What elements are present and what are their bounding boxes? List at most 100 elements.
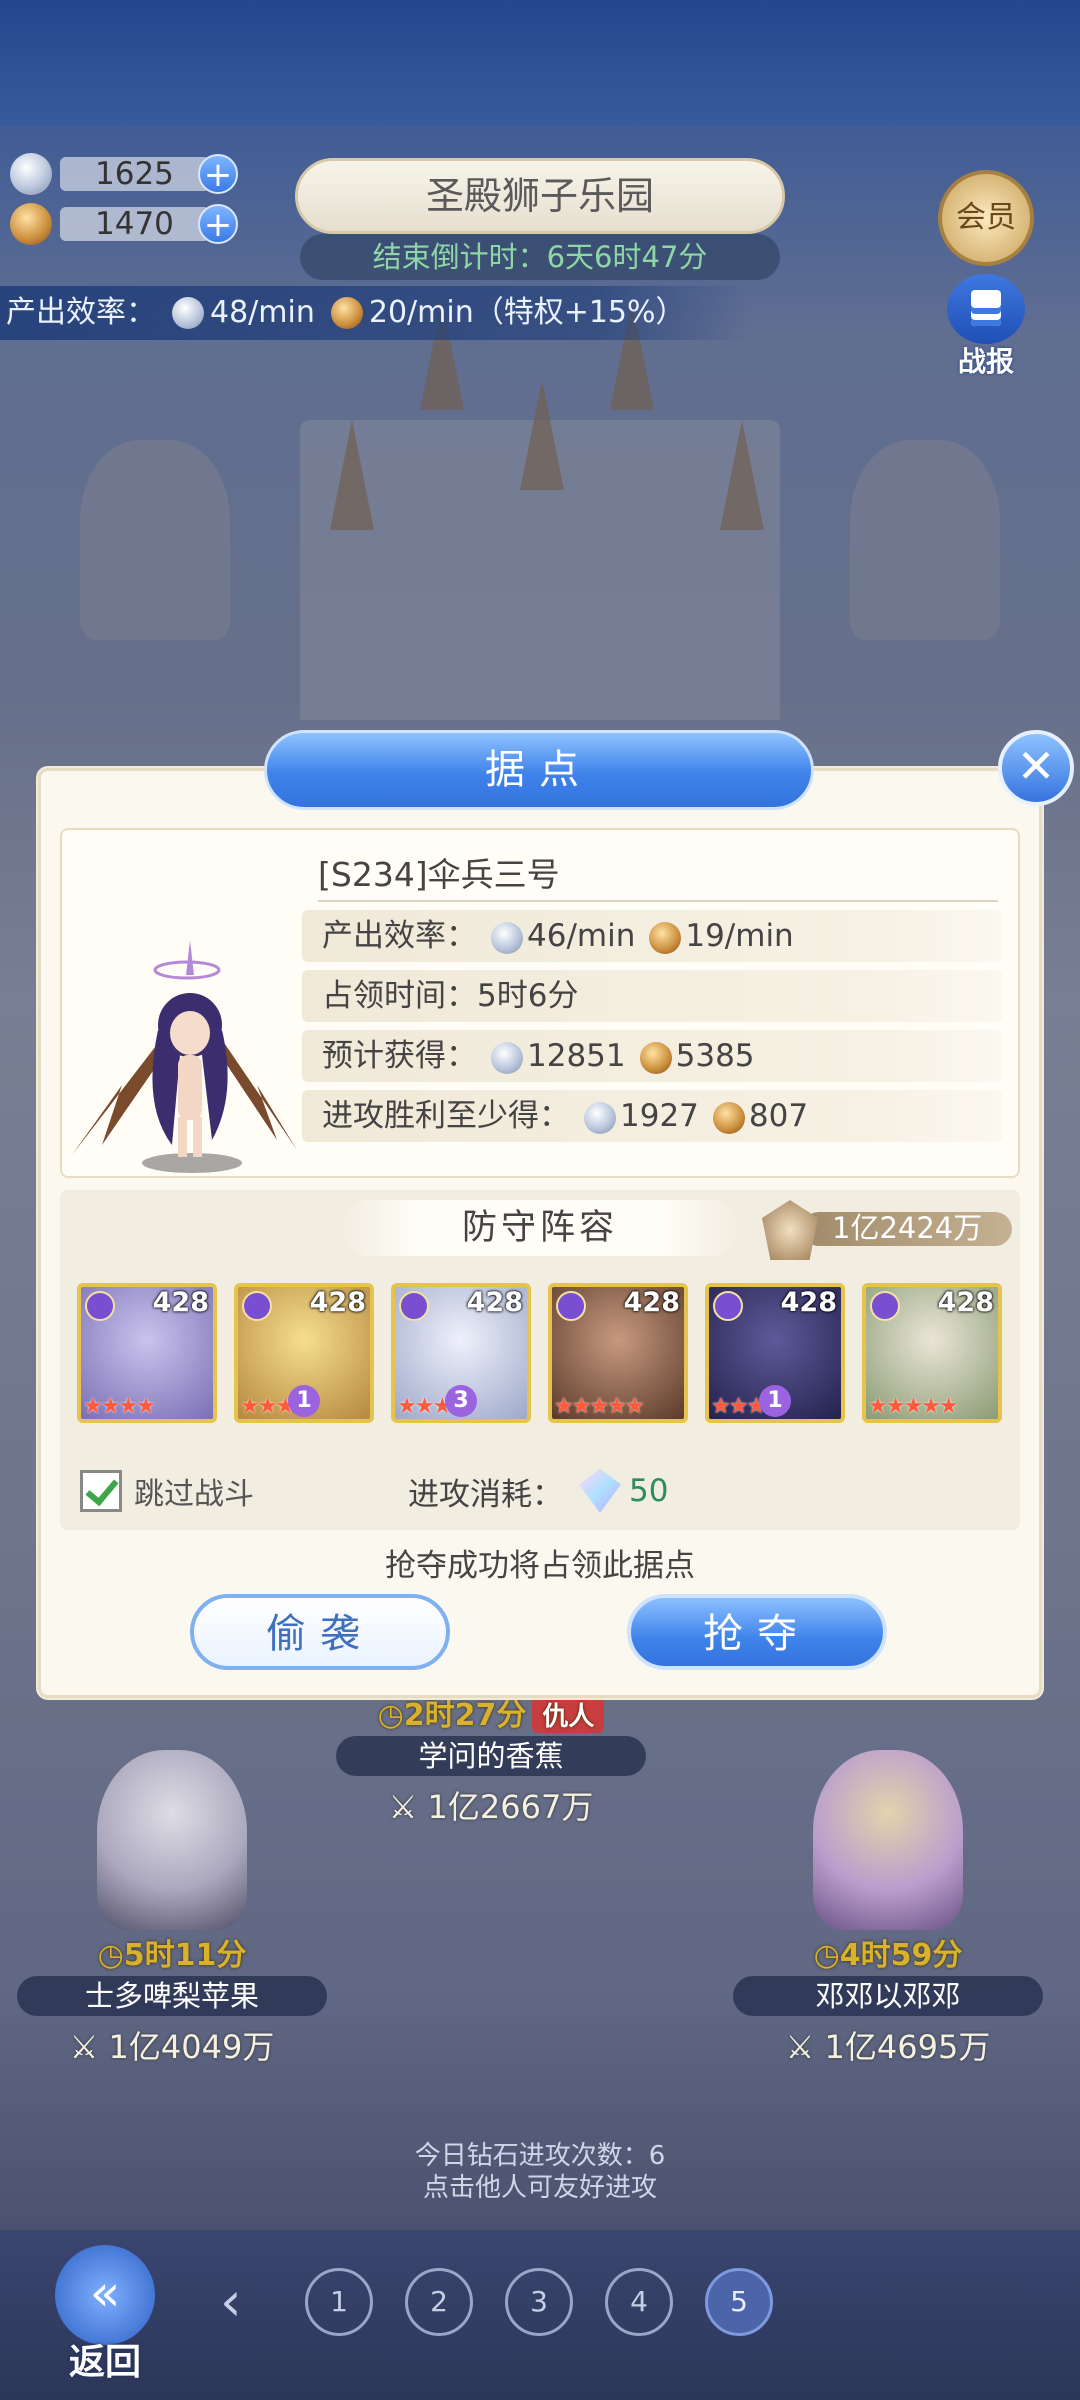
- output-rate-row: 产出效率： 46/min 19/min: [302, 910, 1002, 962]
- battle-report-button[interactable]: 战报: [944, 274, 1028, 378]
- hero-level: 428: [623, 1287, 680, 1318]
- hero-rank-badge: 1: [759, 1385, 791, 1417]
- player-power: ⚔ 1亿4049万: [69, 2028, 275, 2066]
- occupy-time-value: 5时6分: [477, 978, 579, 1014]
- power-value: 1亿2667万: [427, 1788, 594, 1826]
- hero-card[interactable]: 428 ★★★★★: [862, 1283, 1002, 1423]
- occupy-timer: ◷5时11分: [12, 1930, 332, 1974]
- map-title: 圣殿狮子乐园: [295, 158, 785, 234]
- player-name: 学问的香蕉: [336, 1736, 646, 1776]
- vip-button[interactable]: 会员: [938, 170, 1034, 266]
- power-value: 1亿4695万: [824, 2028, 991, 2066]
- add-crystal-button[interactable]: +: [198, 154, 238, 194]
- gold-icon: [330, 297, 363, 329]
- timer-value: 2时27分: [403, 1698, 527, 1733]
- crystal-amount: 1625: [60, 157, 210, 191]
- output-rate-label: 产出效率：: [322, 918, 477, 954]
- output-crystal-value: 46/min: [527, 918, 636, 954]
- sneak-attack-button[interactable]: 偷袭: [190, 1594, 450, 1670]
- page-button-2[interactable]: 2: [405, 2268, 473, 2336]
- expected-gain-row: 预计获得： 12851 5385: [302, 1030, 1002, 1082]
- close-button[interactable]: ✕: [998, 730, 1074, 806]
- clock-icon: ◷: [97, 1938, 124, 1973]
- skip-battle-label: 跳过战斗: [134, 1477, 254, 1512]
- clock-icon: ◷: [813, 1938, 840, 1973]
- hero-level: 428: [152, 1287, 209, 1318]
- add-gold-button[interactable]: +: [198, 204, 238, 244]
- chevron-left-icon[interactable]: ‹: [220, 2270, 242, 2333]
- element-icon: [870, 1291, 900, 1321]
- element-icon: [85, 1291, 115, 1321]
- attack-cost-value: 50: [629, 1473, 669, 1509]
- expected-gold-value: 5385: [675, 1038, 755, 1074]
- hero-card[interactable]: 428 ★★★★★: [548, 1283, 688, 1423]
- crystal-icon: [491, 921, 523, 954]
- hero-rank-badge: 1: [288, 1385, 320, 1417]
- expected-gain-label: 预计获得：: [322, 1038, 477, 1074]
- player-avatar: [813, 1750, 963, 1930]
- player-power: ⚔ 1亿2667万: [388, 1788, 594, 1826]
- clock-icon: ◷: [377, 1698, 404, 1733]
- defense-power-value: 1亿2424万: [832, 1211, 983, 1245]
- hero-card[interactable]: 428 ★★★★ 1: [234, 1283, 374, 1423]
- gold-icon: [649, 921, 682, 954]
- output-gold-rate: 20/min（特权+15%）: [368, 295, 686, 330]
- player-avatar: [97, 1750, 247, 1930]
- hero-level: 428: [780, 1287, 837, 1318]
- hero-card[interactable]: 428 ★★★★: [77, 1283, 217, 1423]
- crystal-resource: 1625 +: [10, 152, 260, 196]
- diamond-attack-count: 今日钻石进攻次数：6: [414, 2141, 666, 2171]
- crystal-icon: [172, 297, 204, 329]
- hero-stars: ★★★★★: [554, 1394, 645, 1419]
- gold-amount: 1470: [60, 207, 210, 241]
- page-button-3[interactable]: 3: [505, 2268, 573, 2336]
- hero-level: 428: [309, 1287, 366, 1318]
- hero-rank-badge: 3: [445, 1385, 477, 1417]
- map-player-node[interactable]: ◷4时59分 邓邓以邓邓 ⚔ 1亿4695万: [728, 1750, 1048, 2068]
- crystal-icon: [491, 1041, 523, 1074]
- element-icon: [242, 1291, 272, 1321]
- checkbox-checked-icon[interactable]: [80, 1470, 122, 1512]
- attack-cost: 进攻消耗： 50: [408, 1468, 668, 1514]
- end-countdown: 结束倒计时：6天6时47分: [300, 234, 780, 280]
- report-icon: [947, 274, 1025, 344]
- enemy-tag: 仇人: [532, 1696, 605, 1733]
- win-crystal-value: 1927: [620, 1098, 699, 1134]
- countdown-value: 6天6时47分: [546, 240, 708, 274]
- crystal-icon: [10, 153, 52, 195]
- gold-icon: [639, 1041, 672, 1074]
- hero-level: 428: [937, 1287, 994, 1318]
- gold-icon: [10, 203, 52, 245]
- hero-stars: ★★★★★: [868, 1394, 959, 1419]
- hero-card[interactable]: 428 ★★★★ 3: [391, 1283, 531, 1423]
- gold-resource: 1470 +: [10, 202, 260, 246]
- rob-button[interactable]: 抢夺: [627, 1594, 887, 1670]
- defense-power: 1亿2424万: [762, 1200, 1012, 1260]
- page-button-4[interactable]: 4: [605, 2268, 673, 2336]
- battle-report-label: 战报: [957, 345, 1014, 378]
- occupy-time-label: 占领时间：: [322, 978, 477, 1014]
- hero-card[interactable]: 428 ★★★★ 1: [705, 1283, 845, 1423]
- element-icon: [556, 1291, 586, 1321]
- page-button-1[interactable]: 1: [305, 2268, 373, 2336]
- timer-value: 5时11分: [123, 1938, 247, 1973]
- capture-note: 抢夺成功将占领此据点: [385, 1548, 695, 1584]
- diamond-icon: [579, 1469, 621, 1513]
- gold-icon: [712, 1101, 745, 1134]
- element-icon: [713, 1291, 743, 1321]
- skip-battle-checkbox[interactable]: 跳过战斗: [80, 1468, 254, 1514]
- power-crest-icon: [762, 1200, 818, 1260]
- hero-stars: ★★★★: [83, 1394, 156, 1419]
- stronghold-owner-name: [S234]伞兵三号: [318, 850, 998, 902]
- win-gold-value: 807: [748, 1098, 809, 1134]
- crystal-icon: [584, 1101, 616, 1134]
- power-value: 1亿4049万: [108, 2028, 275, 2066]
- occupy-timer: ◷4时59分: [728, 1930, 1048, 1974]
- map-player-node[interactable]: ◷5时11分 士多啤梨苹果 ⚔ 1亿4049万: [12, 1750, 332, 2068]
- back-button[interactable]: « 返回: [50, 2245, 160, 2385]
- occupy-time-row: 占领时间：5时6分: [302, 970, 1002, 1022]
- expected-crystal-value: 12851: [527, 1038, 626, 1074]
- page-button-5[interactable]: 5: [705, 2268, 773, 2336]
- map-player-node[interactable]: ◷2时27分 仇人 学问的香蕉 ⚔ 1亿2667万: [326, 1690, 656, 1828]
- player-power: ⚔ 1亿4695万: [785, 2028, 991, 2066]
